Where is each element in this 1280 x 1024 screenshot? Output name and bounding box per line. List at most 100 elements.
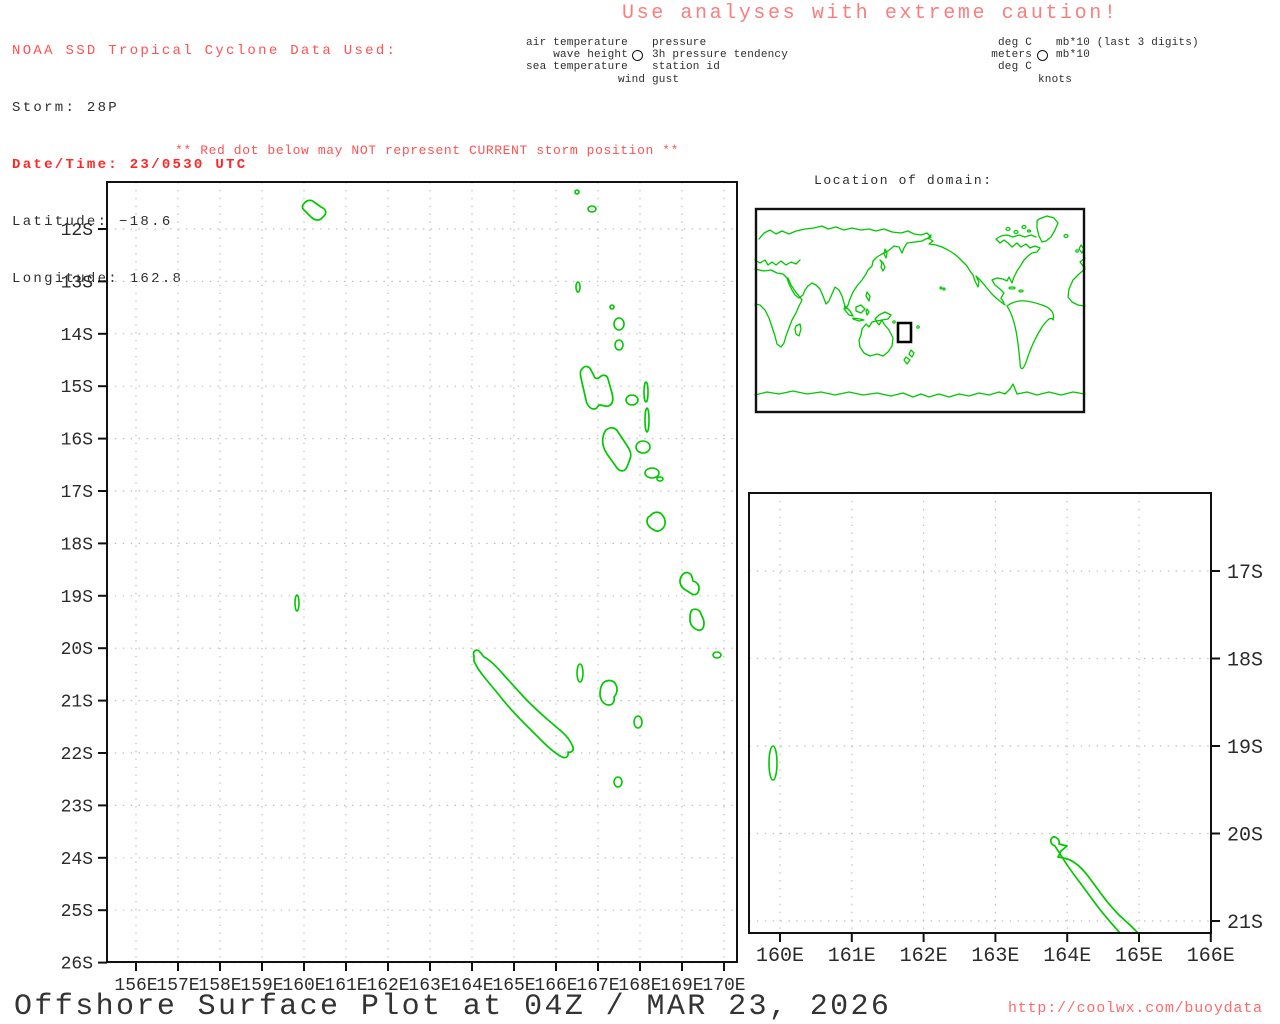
legend-sea-temperature: sea temperature xyxy=(525,61,628,73)
island xyxy=(625,394,639,406)
inset-title: Location of domain: xyxy=(814,173,993,188)
island xyxy=(576,663,584,683)
world-island xyxy=(939,286,943,290)
lat-tick-label: 15S xyxy=(61,378,93,398)
noaa-data-line: NOAA SSD Tropical Cyclone Data Used: xyxy=(12,43,398,59)
world-locator-map xyxy=(754,207,1086,414)
island xyxy=(656,476,664,482)
world-coastline xyxy=(1067,268,1086,307)
lat-tick-label: 25S xyxy=(61,902,93,922)
world-coastline xyxy=(879,259,886,272)
units-meters: meters xyxy=(991,49,1032,61)
world-island xyxy=(1075,249,1079,253)
map-border xyxy=(748,492,1212,934)
caution-banner: Use analyses with extreme caution! xyxy=(622,2,1119,25)
legend-pressure-tendency: 3h pressure tendency xyxy=(652,49,789,61)
world-coastline xyxy=(927,234,1006,306)
world-coastline xyxy=(865,308,870,316)
island xyxy=(712,651,722,659)
world-island xyxy=(942,287,946,291)
map-border xyxy=(106,181,738,963)
domain-box xyxy=(896,321,913,344)
island xyxy=(768,745,778,781)
lat-tick-label: 26S xyxy=(61,955,93,975)
legend-pressure: pressure xyxy=(652,37,707,49)
lat-tick-label: 17S xyxy=(1227,562,1263,585)
lon-tick-label: 160E xyxy=(756,945,804,968)
world-island xyxy=(1008,286,1016,290)
world-coastline xyxy=(754,259,801,266)
island xyxy=(574,189,580,195)
coastline xyxy=(472,649,575,759)
storm-id-line: Storm: 28P xyxy=(12,100,120,116)
world-island xyxy=(1013,229,1019,235)
lon-tick-label: 161E xyxy=(828,945,876,968)
units-mb10: mb*10 xyxy=(1056,49,1091,61)
world-coastline xyxy=(991,234,1041,304)
island xyxy=(609,304,615,310)
lat-tick-label: 14S xyxy=(61,326,93,346)
lat-tick-label: 18S xyxy=(1227,650,1263,673)
world-island xyxy=(1018,289,1024,293)
lon-tick-label: 165E xyxy=(1115,945,1163,968)
island xyxy=(614,339,624,351)
station-circle-icon xyxy=(1037,50,1048,61)
lat-tick-label: 19S xyxy=(1227,737,1263,760)
coastline xyxy=(689,608,705,632)
world-coastline xyxy=(1036,215,1059,243)
lon-tick-label: 164E xyxy=(1043,945,1091,968)
world-coastline xyxy=(754,383,1086,398)
coastline xyxy=(301,199,327,221)
world-coastline xyxy=(903,356,911,365)
lat-tick-label: 21S xyxy=(61,693,93,713)
island xyxy=(635,440,651,454)
world-island xyxy=(892,320,896,324)
island xyxy=(587,205,597,213)
coastline xyxy=(679,571,700,596)
lat-tick-label: 22S xyxy=(61,745,93,765)
world-coastline xyxy=(758,225,932,240)
world-coastline xyxy=(908,349,915,358)
legend-station-id: station id xyxy=(652,61,721,73)
legend-wind-gust: wind gust xyxy=(618,74,680,86)
coastline xyxy=(579,365,614,410)
world-coastline xyxy=(858,319,894,357)
world-island xyxy=(1026,229,1032,233)
world-island xyxy=(916,325,920,329)
lat-tick-label: 13S xyxy=(61,273,93,293)
units-deg-c-1: deg C xyxy=(997,37,1032,49)
units-deg-c-2: deg C xyxy=(997,61,1032,73)
lat-tick-label: 20S xyxy=(61,640,93,660)
station-circle-icon xyxy=(632,50,643,61)
world-coastline xyxy=(883,248,888,259)
world-coastline xyxy=(1006,300,1055,370)
lat-tick-label: 24S xyxy=(61,850,93,870)
island xyxy=(613,317,625,331)
warning-note: ** Red dot below may NOT represent CURRE… xyxy=(175,143,680,158)
island xyxy=(575,281,581,293)
world-coastline xyxy=(855,304,866,314)
coastline xyxy=(1049,836,1139,934)
world-coastline xyxy=(874,311,892,322)
lat-tick-label: 16S xyxy=(61,431,93,451)
island xyxy=(644,467,660,479)
coastline xyxy=(599,679,618,706)
world-coastline xyxy=(754,277,803,348)
island xyxy=(613,776,623,788)
footer-url: http://coolwx.com/buoydata xyxy=(1008,1000,1263,1017)
legend-wave-height: wave height xyxy=(553,49,628,61)
lon-tick-label: 162E xyxy=(900,945,948,968)
legend-air-temperature: air temperature xyxy=(525,37,628,49)
lat-tick-label: 18S xyxy=(61,535,93,555)
lat-tick-label: 23S xyxy=(61,797,93,817)
main-map: 12S 13S 14S 15S 16S 17S 18S 19S 20S 21S 22S 23S 24S 2… xyxy=(61,181,746,996)
world-island xyxy=(1005,226,1011,232)
world-coastline xyxy=(852,317,865,322)
detail-map: 17S 18S 19S 20S 21S 160E 161E 162E 163E 164E 165E 1… xyxy=(748,492,1263,968)
world-coastline xyxy=(754,236,932,310)
island xyxy=(633,715,643,729)
lon-tick-label: 163E xyxy=(971,945,1019,968)
lon-tick-label: 166E xyxy=(1187,945,1235,968)
coastline xyxy=(601,426,632,472)
lat-tick-label: 20S xyxy=(1227,825,1263,848)
